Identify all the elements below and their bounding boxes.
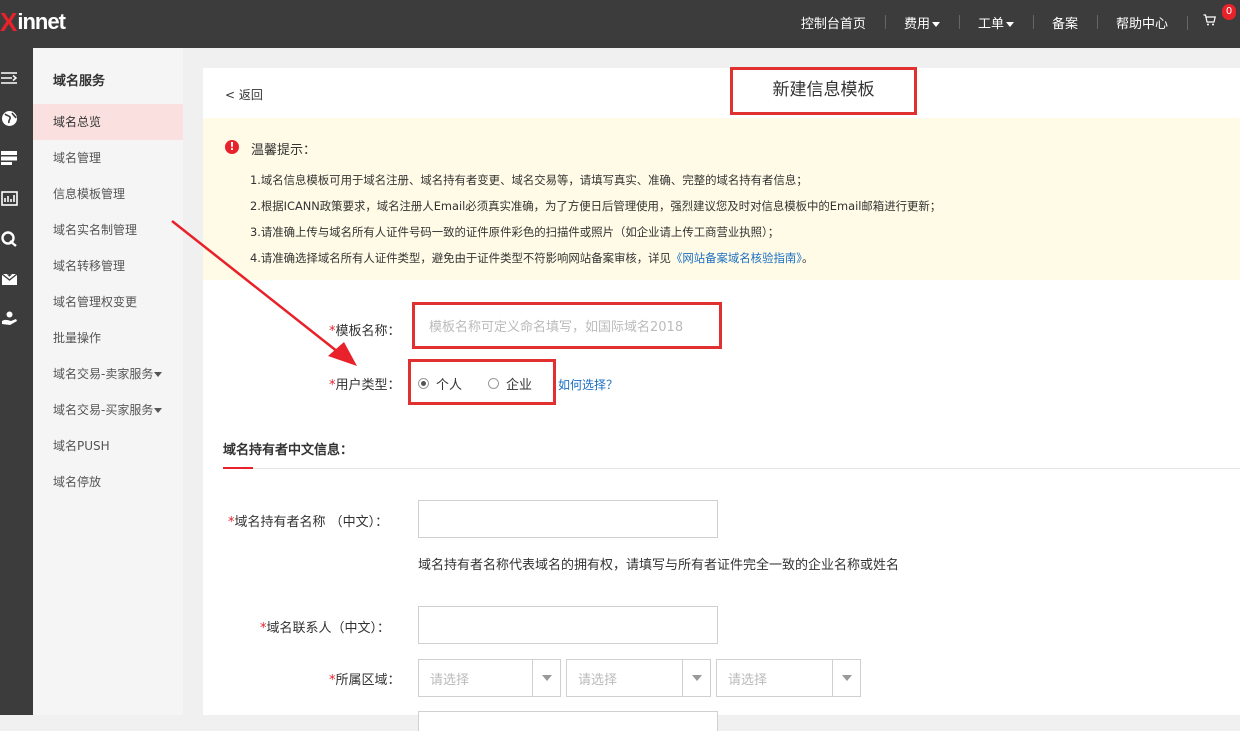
sidebar-item-domain-management[interactable]: 域名管理	[33, 140, 183, 176]
sidebar-item-buyer-service[interactable]: 域名交易-买家服务	[33, 392, 183, 428]
holder-name-label-text: 域名持有者名称 （中文）：	[234, 515, 389, 530]
contact-label-text: 域名联系人（中文）：	[266, 621, 391, 636]
sidebar-item-seller-service[interactable]: 域名交易-卖家服务	[33, 356, 183, 392]
nav-help-center[interactable]: 帮助中心	[1096, 13, 1187, 32]
holder-name-hint: 域名持有者名称代表域名的拥有权，请填写与所有者证件完全一致的企业名称或姓名	[418, 558, 900, 573]
page-title: 新建信息模板	[772, 80, 875, 100]
sidebar-item-label: 域名交易-买家服务	[53, 403, 154, 417]
title-highlight-box: 新建信息模板	[730, 67, 917, 115]
notice-line: 2.根据ICANN政策要求，域名注册人Email必须真实准确，为了方便日后管理使…	[250, 199, 942, 213]
nav-fees[interactable]: 费用	[884, 13, 959, 32]
link-icon[interactable]	[0, 229, 18, 247]
sidebar-item-domain-overview[interactable]: 域名总览	[33, 104, 183, 140]
nav-tickets-label: 工单	[977, 16, 1004, 32]
sidebar-item-push[interactable]: 域名PUSH	[33, 428, 183, 464]
chevron-down-icon	[931, 21, 940, 27]
province-select[interactable]: 请选择	[418, 659, 561, 697]
sidebar-item-label: 域名交易-卖家服务	[53, 367, 154, 381]
next-field-input[interactable]	[418, 711, 718, 731]
template-name-label: *模板名称：	[329, 320, 401, 339]
caret-down-icon	[154, 372, 163, 377]
logo-text: innet	[17, 9, 66, 34]
radio-selected-icon	[418, 378, 429, 389]
hand-icon[interactable]	[0, 309, 18, 327]
back-link[interactable]: < 返回	[225, 86, 263, 103]
region-label-text: 所属区域：	[335, 673, 401, 688]
sidebar-title: 域名服务	[53, 74, 106, 89]
select-value: 请选择	[430, 672, 470, 688]
brand-logo[interactable]: Xinnet	[0, 6, 66, 37]
user-type-label-text: 用户类型：	[335, 378, 401, 393]
sidebar-item-real-name[interactable]: 域名实名制管理	[33, 212, 183, 248]
nav-console-home[interactable]: 控制台首页	[782, 13, 885, 32]
user-type-individual-radio[interactable]: 个人	[418, 374, 462, 393]
sidebar: 域名服务 域名总览 域名管理 信息模板管理 域名实名制管理 域名转移管理 域名管…	[33, 48, 183, 715]
radio-label: 企业	[506, 378, 533, 393]
dropdown-arrow-icon	[532, 660, 560, 696]
sidebar-item-ownership-change[interactable]: 域名管理权变更	[33, 284, 183, 320]
select-value: 请选择	[728, 672, 768, 688]
how-to-choose-link[interactable]: 如何选择？	[558, 376, 618, 393]
notice-line: 4.请准确选择域名所有人证件类型，避免由于证件类型不符影响网站备案审核，详见《网…	[250, 250, 813, 266]
section-accent	[223, 467, 253, 469]
region-label: *所属区域：	[329, 669, 401, 688]
cart-count-badge: 0	[1222, 4, 1236, 20]
nav-fees-label: 费用	[903, 16, 930, 32]
globe-icon[interactable]	[0, 109, 18, 127]
dropdown-arrow-icon	[682, 660, 710, 696]
notice-title: 温馨提示：	[251, 143, 317, 158]
chart-icon[interactable]	[0, 189, 18, 207]
radio-unselected-icon	[488, 378, 499, 389]
cart-button[interactable]: 0	[1187, 4, 1240, 30]
alert-icon: !	[225, 140, 239, 154]
contact-input[interactable]	[418, 606, 718, 644]
dropdown-arrow-icon	[832, 660, 860, 696]
sidebar-item-parking[interactable]: 域名停放	[33, 464, 183, 500]
top-bar: Xinnet 控制台首页 费用 工单 备案 帮助中心 0	[0, 0, 1240, 48]
sidebar-item-batch[interactable]: 批量操作	[33, 320, 183, 356]
icon-rail	[0, 48, 33, 715]
select-value: 请选择	[578, 672, 618, 688]
template-name-input[interactable]	[417, 310, 715, 344]
logo-x: X	[0, 6, 17, 37]
holder-name-label: *域名持有者名称 （中文）：	[228, 511, 388, 530]
user-type-label: *用户类型：	[329, 374, 401, 393]
sidebar-item-template-management[interactable]: 信息模板管理	[33, 176, 183, 212]
notice-line-end: 。	[801, 251, 814, 265]
notice-line: 3.请准确上传与域名所有人证件号码一致的证件原件彩色的扫描件或照片（如企业请上传…	[250, 225, 780, 239]
user-type-enterprise-radio[interactable]: 企业	[488, 374, 532, 393]
district-select[interactable]: 请选择	[716, 659, 861, 697]
section-divider	[223, 468, 1240, 469]
notice-line-text: 4.请准确选择域名所有人证件类型，避免由于证件类型不符影响网站备案审核，详见	[250, 251, 671, 265]
contact-label: *域名联系人（中文）：	[260, 617, 390, 636]
radio-label: 个人	[436, 378, 463, 393]
chevron-down-icon	[1005, 21, 1014, 27]
nav-tickets[interactable]: 工单	[958, 13, 1033, 32]
server-icon[interactable]	[0, 149, 18, 167]
mail-icon[interactable]	[0, 269, 18, 287]
menu-toggle-icon[interactable]	[0, 69, 18, 87]
top-nav: 控制台首页 费用 工单 备案 帮助中心 0	[782, 0, 1240, 44]
notice-panel: ! 温馨提示： 1.域名信息模板可用于域名注册、域名持有者变更、域名交易等，请填…	[203, 118, 1240, 280]
sidebar-item-transfer[interactable]: 域名转移管理	[33, 248, 183, 284]
template-name-label-text: 模板名称：	[335, 324, 401, 339]
main-panel: < 返回 新建信息模板 ! 温馨提示： 1.域名信息模板可用于域名注册、域名持有…	[203, 67, 1240, 731]
notice-line: 1.域名信息模板可用于域名注册、域名持有者变更、域名交易等，请填写真实、准确、完…	[250, 173, 808, 187]
cart-icon	[1203, 14, 1216, 26]
holder-name-input[interactable]	[418, 500, 718, 538]
caret-down-icon	[154, 408, 163, 413]
section-title: 域名持有者中文信息：	[223, 443, 354, 458]
nav-filing[interactable]: 备案	[1032, 13, 1097, 32]
filing-guide-link[interactable]: 《网站备案域名核验指南》	[671, 251, 802, 265]
city-select[interactable]: 请选择	[566, 659, 711, 697]
